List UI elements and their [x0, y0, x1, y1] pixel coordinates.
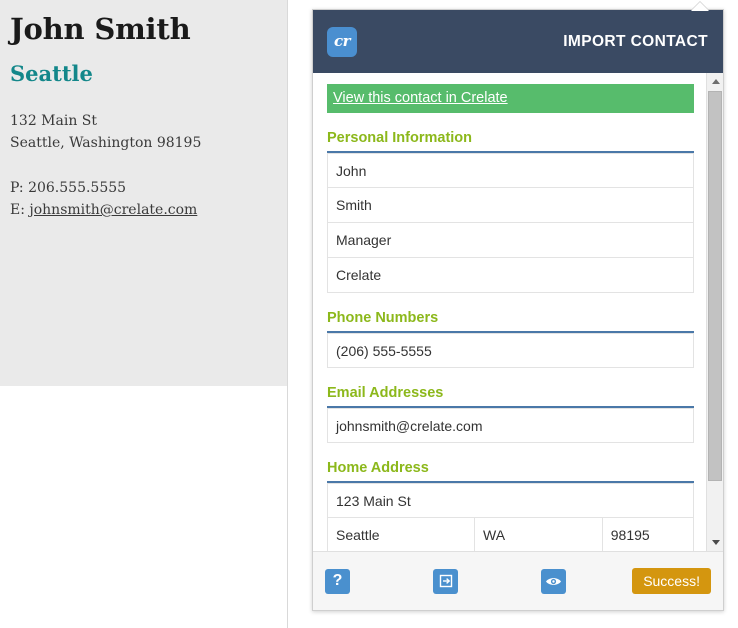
contact-card: John Smith Seattle 132 Main St Seattle, …	[0, 0, 287, 386]
scroll-up-arrow-icon[interactable]	[707, 73, 724, 90]
field-row[interactable]: Crelate	[327, 258, 694, 293]
last-name-field[interactable]: Smith	[328, 188, 693, 222]
field-row[interactable]: Seattle WA 98195	[327, 518, 694, 551]
sign-in-icon[interactable]	[433, 568, 458, 594]
city-field[interactable]: Seattle	[328, 518, 474, 551]
state-field[interactable]: WA	[474, 518, 602, 551]
import-contact-popup: cr IMPORT CONTACT View this contact in C…	[312, 9, 724, 611]
popup-footer-toolbar: ? Success!	[313, 551, 723, 610]
company-field[interactable]: Crelate	[328, 258, 693, 292]
view-contact-in-crelate-link[interactable]: View this contact in Crelate	[327, 84, 694, 113]
section-heading-phone-numbers: Phone Numbers	[327, 310, 694, 333]
help-icon-glyph: ?	[332, 572, 343, 589]
scrollbar-thumb[interactable]	[708, 91, 722, 481]
popup-body: View this contact in Crelate Personal In…	[313, 73, 723, 551]
screen: John Smith Seattle 132 Main St Seattle, …	[0, 0, 738, 628]
contact-email-link[interactable]: johnsmith@crelate.com	[29, 202, 197, 218]
field-group-email-addresses: johnsmith@crelate.com	[327, 408, 694, 443]
logo-text: cr	[333, 32, 351, 50]
contact-name: John Smith	[10, 12, 191, 46]
street-address-field[interactable]: 123 Main St	[328, 484, 693, 517]
contact-communication: P: 206.555.5555 E: johnsmith@crelate.com	[10, 177, 197, 221]
section-heading-home-address: Home Address	[327, 460, 694, 483]
field-row[interactable]: Smith	[327, 188, 694, 223]
email-address-field[interactable]: johnsmith@crelate.com	[328, 409, 693, 442]
popup-caret-icon	[691, 2, 709, 11]
first-name-field[interactable]: John	[328, 154, 693, 187]
field-row[interactable]: johnsmith@crelate.com	[327, 408, 694, 443]
popup-title: IMPORT CONTACT	[563, 32, 708, 50]
email-prefix-label: E:	[10, 202, 30, 218]
popup-form: View this contact in Crelate Personal In…	[313, 73, 708, 551]
contact-phone: P: 206.555.5555	[10, 180, 127, 196]
contact-reading-pane: John Smith Seattle 132 Main St Seattle, …	[0, 0, 288, 628]
field-row[interactable]: John	[327, 153, 694, 188]
popup-header: cr IMPORT CONTACT	[313, 10, 723, 73]
zip-field[interactable]: 98195	[601, 518, 693, 551]
popup-scrollbar[interactable]	[706, 73, 723, 551]
scroll-down-arrow-icon[interactable]	[707, 534, 724, 551]
help-icon[interactable]: ?	[325, 568, 350, 594]
field-row[interactable]: 123 Main St	[327, 483, 694, 518]
field-group-personal-information: John Smith Manager Crelate	[327, 153, 694, 293]
eye-icon[interactable]	[541, 568, 566, 594]
contact-address: 132 Main St Seattle, Washington 98195	[10, 110, 201, 154]
field-group-phone-numbers: (206) 555-5555	[327, 333, 694, 368]
address-line-1: 132 Main St	[10, 113, 98, 129]
status-badge-success[interactable]: Success!	[632, 568, 711, 594]
address-line-2: Seattle, Washington 98195	[10, 135, 202, 151]
crelate-logo-icon: cr	[327, 26, 357, 57]
field-group-home-address: 123 Main St Seattle WA 98195	[327, 483, 694, 551]
field-row[interactable]: (206) 555-5555	[327, 333, 694, 368]
field-row[interactable]: Manager	[327, 223, 694, 258]
job-title-field[interactable]: Manager	[328, 223, 693, 257]
phone-number-field[interactable]: (206) 555-5555	[328, 334, 693, 367]
section-heading-personal-information: Personal Information	[327, 130, 694, 153]
section-heading-email-addresses: Email Addresses	[327, 385, 694, 408]
contact-email-line: E: johnsmith@crelate.com	[10, 199, 197, 221]
contact-city-headline: Seattle	[10, 61, 93, 86]
